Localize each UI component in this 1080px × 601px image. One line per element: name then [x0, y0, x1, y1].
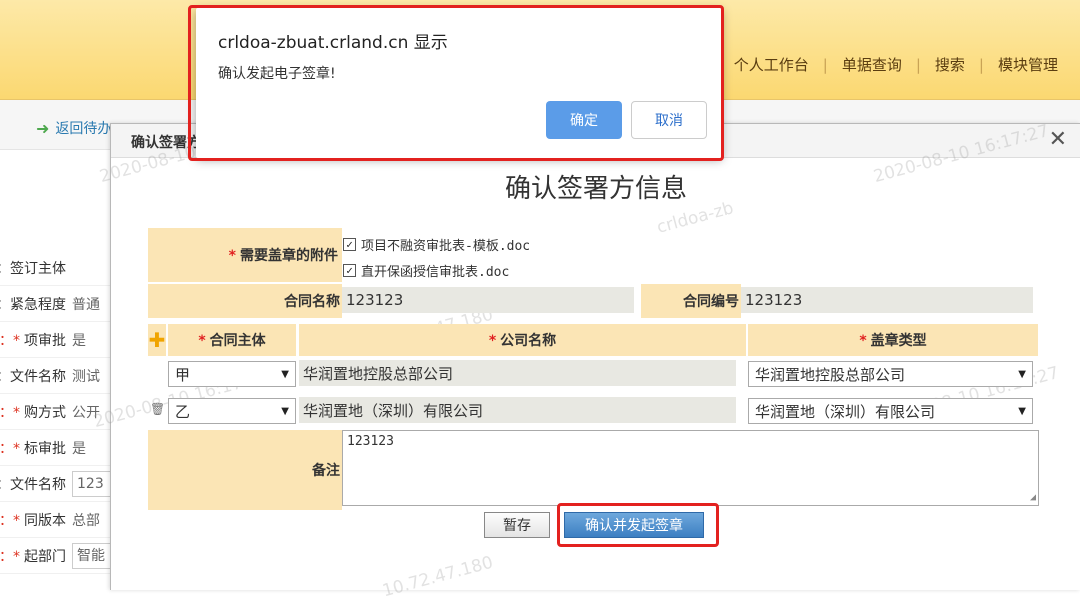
- browser-alert-dialog: crldoa-zbuat.crland.cn 显示 确认发起电子签章! 确定 取…: [196, 8, 722, 158]
- save-draft-button[interactable]: 暂存: [484, 512, 550, 538]
- background-form-label: 同版本*：: [0, 512, 66, 529]
- background-form-label: 文件名称：: [0, 476, 66, 493]
- party-select[interactable]: 乙 ▼: [168, 398, 296, 424]
- party-column-label: 合同主体: [209, 333, 266, 349]
- contract-no-label: 合同编号: [683, 294, 739, 310]
- dropdown-caret-icon: ▼: [1018, 368, 1026, 380]
- background-form-row: 起部门*： 智能: [0, 538, 112, 574]
- dialog-heading: 确认签署方信息: [504, 174, 687, 204]
- nav-workbench[interactable]: 个人工作台: [720, 54, 823, 75]
- background-form-value: 是: [72, 440, 86, 457]
- plus-icon: ✚: [148, 328, 166, 352]
- background-form-value: 测试: [72, 368, 100, 385]
- alert-title: crldoa-zbuat.crland.cn 显示: [218, 33, 448, 53]
- confirm-and-sign-button[interactable]: 确认并发起签章: [564, 512, 704, 538]
- delete-row-icon[interactable]: 🗑: [150, 402, 165, 416]
- party-select-value: 乙: [175, 402, 191, 421]
- background-form-row: 文件名称： 123: [0, 466, 112, 502]
- resize-grip-icon[interactable]: ◢: [1030, 492, 1036, 503]
- back-to-todo-link[interactable]: ➜ 返回待办: [36, 118, 111, 138]
- alert-cancel-button[interactable]: 取消: [631, 101, 707, 139]
- checkbox-checked-icon[interactable]: ✓: [343, 264, 356, 277]
- background-form-value: 是: [72, 332, 86, 349]
- seal-type-select[interactable]: 华润置地控股总部公司 ▼: [748, 361, 1033, 387]
- background-form-value: 普通: [72, 296, 100, 313]
- background-form-label: 文件名称：: [0, 368, 66, 385]
- remark-label-cell: 备注: [148, 430, 342, 510]
- dropdown-caret-icon: ▼: [1018, 405, 1026, 417]
- party-select[interactable]: 甲 ▼: [168, 361, 296, 387]
- background-form-label: 标审批*：: [0, 440, 66, 457]
- back-arrow-icon: ➜: [36, 118, 50, 138]
- alert-message: 确认发起电子签章!: [218, 66, 336, 82]
- company-column-header: * 公司名称: [299, 324, 746, 356]
- attachment-name: 直开保函授信审批表.doc: [361, 265, 510, 280]
- attachment-item[interactable]: ✓ 直开保函授信审批表.doc: [343, 261, 509, 280]
- company-column-label: 公司名称: [500, 333, 557, 349]
- nav-search[interactable]: 搜索: [921, 54, 979, 75]
- background-form-value: 智能: [72, 542, 112, 569]
- dropdown-caret-icon: ▼: [281, 405, 289, 417]
- background-form-row: 项审批*： 是: [0, 322, 112, 358]
- top-navigation: 个人工作台 | 单据查询 | 搜索 | 模块管理: [720, 54, 1072, 75]
- background-form-value: 总部: [72, 512, 100, 529]
- contract-no-label-cell: 合同编号: [641, 284, 741, 318]
- contract-name-label: 合同名称: [284, 294, 340, 310]
- seal-type-value: 华润置地（深圳）有限公司: [755, 402, 936, 421]
- seal-type-select[interactable]: 华润置地（深圳）有限公司 ▼: [748, 398, 1033, 424]
- remark-label: 备注: [312, 463, 340, 479]
- background-form-label: 签订主体：: [0, 260, 66, 277]
- background-form-label: 起部门*：: [0, 548, 66, 565]
- attachment-name: 项目不融资审批表-模板.doc: [361, 239, 531, 254]
- nav-document-query[interactable]: 单据查询: [828, 54, 916, 75]
- attachments-label-cell: * 需要盖章的附件: [148, 228, 342, 282]
- background-form-row: 同版本*： 总部: [0, 502, 112, 538]
- company-name-field: 华润置地（深圳）有限公司: [299, 397, 736, 423]
- contract-no-field: 123123: [741, 287, 1033, 313]
- background-form-row: 标审批*： 是: [0, 430, 112, 466]
- background-form-row: 购方式*： 公开: [0, 394, 112, 430]
- party-column-header: * 合同主体: [168, 324, 296, 356]
- add-row-button[interactable]: ✚: [148, 324, 166, 356]
- checkbox-checked-icon[interactable]: ✓: [343, 238, 356, 251]
- attachments-label: 需要盖章的附件: [240, 248, 338, 264]
- remark-value: 123123: [347, 434, 394, 449]
- contract-name-label-cell: 合同名称: [148, 284, 342, 318]
- background-form-row: 签订主体：: [0, 250, 112, 286]
- seal-type-value: 华润置地控股总部公司: [755, 365, 906, 384]
- watermark-ip: 10.72.47.180: [380, 552, 496, 601]
- background-form-value: 公开: [72, 404, 100, 421]
- background-form-label: 项审批*：: [0, 332, 66, 349]
- background-form-row: 紧急程度： 普通: [0, 286, 112, 322]
- background-form-row: 文件名称： 测试: [0, 358, 112, 394]
- background-form: 签订主体：紧急程度：普通项审批*：是文件名称：测试购方式*：公开标审批*：是文件…: [0, 250, 112, 574]
- seal-column-label: 盖章类型: [870, 333, 927, 349]
- background-form-label: 紧急程度：: [0, 296, 66, 313]
- background-form-label: 购方式*：: [0, 404, 66, 421]
- company-name-field: 华润置地控股总部公司: [299, 360, 736, 386]
- dialog-title: 确认签署方: [131, 135, 201, 151]
- back-link-label: 返回待办: [55, 121, 112, 137]
- background-form-value: 123: [72, 470, 112, 497]
- remark-textarea[interactable]: 123123 ◢: [342, 430, 1039, 506]
- alert-ok-button[interactable]: 确定: [546, 101, 622, 139]
- close-icon[interactable]: ✕: [1049, 129, 1067, 151]
- attachment-item[interactable]: ✓ 项目不融资审批表-模板.doc: [343, 235, 530, 254]
- contract-name-field: 123123: [342, 287, 634, 313]
- nav-module-management[interactable]: 模块管理: [984, 54, 1072, 75]
- seal-column-header: * 盖章类型: [748, 324, 1038, 356]
- party-select-value: 甲: [175, 365, 191, 384]
- dropdown-caret-icon: ▼: [281, 368, 289, 380]
- confirm-signer-dialog: 确认签署方 ✕ 2020-08-10 16:17:27 2020-08-10 1…: [91, 121, 1080, 601]
